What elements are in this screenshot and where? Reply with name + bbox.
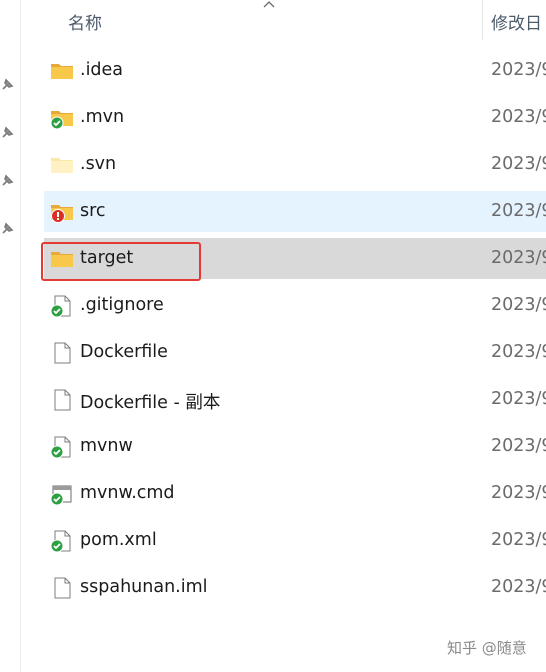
file-svn-ok-icon bbox=[50, 435, 74, 459]
folder-light-icon bbox=[50, 153, 74, 177]
file-name: .svn bbox=[80, 154, 117, 174]
file-row[interactable]: mvnw.cmd 2023/9 bbox=[44, 473, 546, 514]
zhihu-watermark: 知乎 @随意 bbox=[447, 639, 527, 657]
file-icon bbox=[50, 388, 74, 412]
file-name: Dockerfile - 副本 bbox=[80, 393, 221, 413]
file-date: 2023/9 bbox=[491, 530, 546, 550]
file-date: 2023/9 bbox=[491, 107, 546, 127]
file-row[interactable]: sspahunan.iml 2023/9 bbox=[44, 567, 546, 608]
file-date: 2023/9 bbox=[491, 201, 546, 221]
file-name: .mvn bbox=[80, 107, 125, 127]
file-icon bbox=[50, 341, 74, 365]
file-name: mvnw bbox=[80, 436, 133, 456]
file-date: 2023/9 bbox=[491, 154, 546, 174]
file-date: 2023/9 bbox=[491, 248, 546, 268]
file-name: sspahunan.iml bbox=[80, 577, 208, 597]
file-row[interactable]: .svn 2023/9 bbox=[44, 144, 546, 185]
file-svn-ok-icon bbox=[50, 294, 74, 318]
file-list: .idea 2023/9 .mvn 2023/9 .svn 2023/9 src… bbox=[0, 0, 546, 672]
file-date: 2023/9 bbox=[491, 389, 546, 409]
file-date: 2023/9 bbox=[491, 483, 546, 503]
file-row[interactable]: Dockerfile 2023/9 bbox=[44, 332, 546, 373]
file-row[interactable]: .idea 2023/9 bbox=[44, 50, 546, 91]
file-row[interactable]: src 2023/9 bbox=[44, 191, 546, 232]
file-row[interactable]: .gitignore 2023/9 bbox=[44, 285, 546, 326]
file-row[interactable]: pom.xml 2023/9 bbox=[44, 520, 546, 561]
file-date: 2023/9 bbox=[491, 60, 546, 80]
file-name: Dockerfile bbox=[80, 342, 168, 362]
file-svn-ok-icon bbox=[50, 529, 74, 553]
file-row[interactable]: .mvn 2023/9 bbox=[44, 97, 546, 138]
file-icon bbox=[50, 576, 74, 600]
file-row[interactable]: Dockerfile - 副本 2023/9 bbox=[44, 379, 546, 420]
file-date: 2023/9 bbox=[491, 436, 546, 456]
file-date: 2023/9 bbox=[491, 577, 546, 597]
cmd-file-svn-ok-icon bbox=[50, 482, 74, 506]
file-name: src bbox=[80, 201, 106, 221]
file-row[interactable]: mvnw 2023/9 bbox=[44, 426, 546, 467]
file-name: mvnw.cmd bbox=[80, 483, 175, 503]
file-date: 2023/9 bbox=[491, 342, 546, 362]
file-name: pom.xml bbox=[80, 530, 157, 550]
folder-icon bbox=[50, 59, 74, 83]
file-name: .idea bbox=[80, 60, 124, 80]
annotation-highlight-box bbox=[41, 242, 201, 281]
file-date: 2023/9 bbox=[491, 295, 546, 315]
folder-svn-conflict-icon bbox=[50, 200, 74, 224]
folder-svn-ok-icon bbox=[50, 106, 74, 130]
file-name: .gitignore bbox=[80, 295, 164, 315]
